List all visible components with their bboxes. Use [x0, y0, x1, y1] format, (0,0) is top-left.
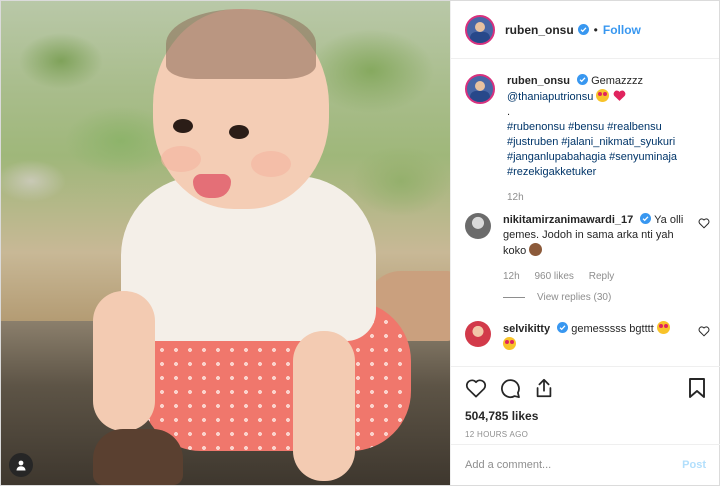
see-no-evil-monkey-emoji-icon [529, 243, 543, 256]
baby-arm-left [93, 291, 155, 431]
comment-like-heart-icon[interactable] [698, 325, 710, 337]
verified-badge-icon [577, 24, 589, 35]
comment-item: nikitamirzanimawardi_17 Ya olli gemes. J… [465, 213, 710, 303]
post-modal: ruben_onsu • Follow ruben_onsu Gemazzzz [0, 0, 720, 486]
post-sidebar: ruben_onsu • Follow ruben_onsu Gemazzzz [450, 1, 720, 485]
caption-dot: . [507, 106, 511, 118]
star-struck-emoji-icon [656, 321, 670, 334]
caption-avatar[interactable] [465, 74, 495, 104]
baby-eye-left [173, 119, 193, 133]
caption-text: ruben_onsu Gemazzzz @thaniaputrionsu . #… [507, 74, 702, 180]
action-icons [465, 375, 706, 401]
verified-badge-icon [577, 74, 589, 85]
caption-meta: 12h [507, 192, 702, 203]
comment-username[interactable]: selvikitty [503, 323, 550, 335]
view-replies-label[interactable]: View replies (30) [537, 292, 611, 303]
verified-badge-icon [640, 213, 652, 224]
baby-cheek-right [251, 151, 291, 177]
heart-icon[interactable] [465, 378, 487, 398]
verified-badge-icon [557, 322, 569, 333]
comment-meta: 12h 960 likes Reply [503, 271, 688, 282]
comment-item: selvikitty gemesssss bgtttt [465, 321, 710, 353]
post-header: ruben_onsu • Follow [451, 1, 719, 59]
star-struck-emoji-icon [596, 89, 610, 102]
baby-cheek-left [161, 146, 201, 172]
caption-body: Gemazzzz [591, 75, 644, 87]
avatar[interactable] [465, 14, 495, 45]
caption-mention[interactable]: @thaniaputrionsu [507, 91, 593, 103]
replies-divider [503, 297, 525, 298]
bookmark-icon[interactable] [688, 377, 706, 399]
caption-hashtags[interactable]: #rubenonsu #bensu #realbensu #justruben … [507, 121, 677, 178]
post-actions: 504,785 likes 12 HOURS AGO [451, 366, 720, 439]
commenter-avatar[interactable] [465, 321, 491, 347]
post-timestamp[interactable]: 12 HOURS AGO [465, 430, 706, 439]
post-button[interactable]: Post [682, 459, 706, 471]
view-replies-button[interactable]: View replies (30) [503, 292, 688, 303]
red-heart-emoji-icon [613, 90, 625, 101]
comment-text: selvikitty gemesssss bgtttt [503, 321, 688, 353]
comment-time[interactable]: 12h [503, 271, 520, 282]
post-photo[interactable] [1, 1, 450, 485]
caption-time[interactable]: 12h [507, 192, 524, 203]
comment-like-heart-icon[interactable] [698, 217, 710, 229]
caption: ruben_onsu Gemazzzz @thaniaputrionsu . #… [465, 74, 706, 203]
comment-username[interactable]: nikitamirzanimawardi_17 [503, 214, 633, 226]
user-tag-icon[interactable] [9, 453, 33, 477]
header-separator: • [593, 22, 598, 37]
baby-hair [166, 9, 316, 79]
header-username[interactable]: ruben_onsu [505, 23, 574, 37]
comment-text: nikitamirzanimawardi_17 Ya olli gemes. J… [503, 213, 688, 259]
caption-username[interactable]: ruben_onsu [507, 75, 570, 87]
reply-button[interactable]: Reply [589, 271, 615, 282]
comment-icon[interactable] [499, 377, 521, 399]
baby-eye-right [229, 125, 249, 139]
follow-button[interactable]: Follow [603, 23, 641, 37]
commenter-avatar[interactable] [465, 213, 491, 239]
like-count[interactable]: 504,785 likes [465, 409, 706, 423]
star-struck-emoji-icon [503, 337, 516, 350]
share-icon[interactable] [533, 377, 555, 399]
comment-likes[interactable]: 960 likes [534, 271, 573, 282]
comment-body: gemesssss bgtttt [571, 323, 654, 335]
comment-composer: Post [451, 444, 720, 485]
comments-list[interactable]: ruben_onsu Gemazzzz @thaniaputrionsu . #… [451, 60, 720, 365]
comment-input[interactable] [465, 459, 683, 471]
baby-arm-right [293, 331, 355, 481]
baby-sock [93, 429, 183, 485]
